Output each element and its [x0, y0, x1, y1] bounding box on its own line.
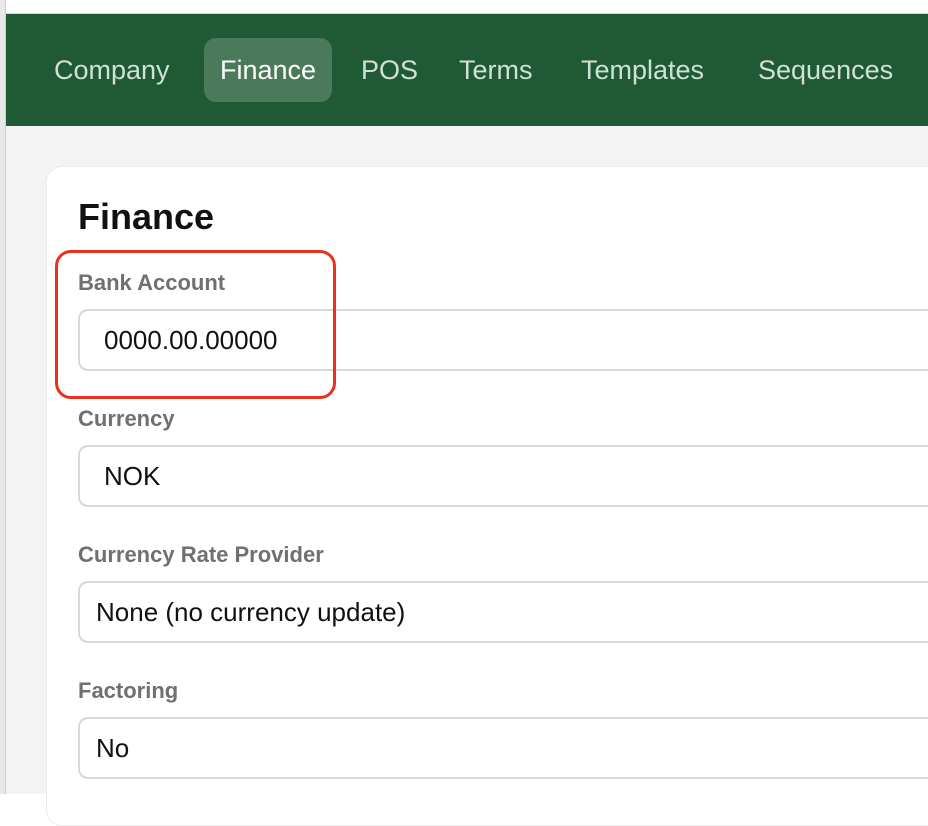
tab-pos[interactable]: POS: [361, 38, 418, 102]
currency-rate-provider-select[interactable]: None (no currency update): [78, 581, 928, 643]
page-title: Finance: [78, 196, 215, 237]
factoring-label: Factoring: [78, 678, 179, 703]
factoring-select[interactable]: No: [78, 717, 928, 779]
currency-field[interactable]: NOK: [78, 445, 928, 507]
tab-templates[interactable]: Templates: [581, 38, 704, 102]
tab-terms[interactable]: Terms: [459, 38, 533, 102]
top-bar: [6, 0, 928, 14]
settings-tab-bar: Company Finance POS Terms Templates Sequ…: [6, 14, 928, 126]
currency-rate-provider-label: Currency Rate Provider: [78, 542, 324, 567]
currency-label: Currency: [78, 406, 175, 431]
tab-sequences[interactable]: Sequences: [758, 38, 893, 102]
bank-account-field[interactable]: 0000.00.00000: [78, 309, 928, 371]
bank-account-label: Bank Account: [78, 270, 226, 295]
tab-finance[interactable]: Finance: [204, 38, 333, 102]
tab-company[interactable]: Company: [54, 38, 170, 102]
